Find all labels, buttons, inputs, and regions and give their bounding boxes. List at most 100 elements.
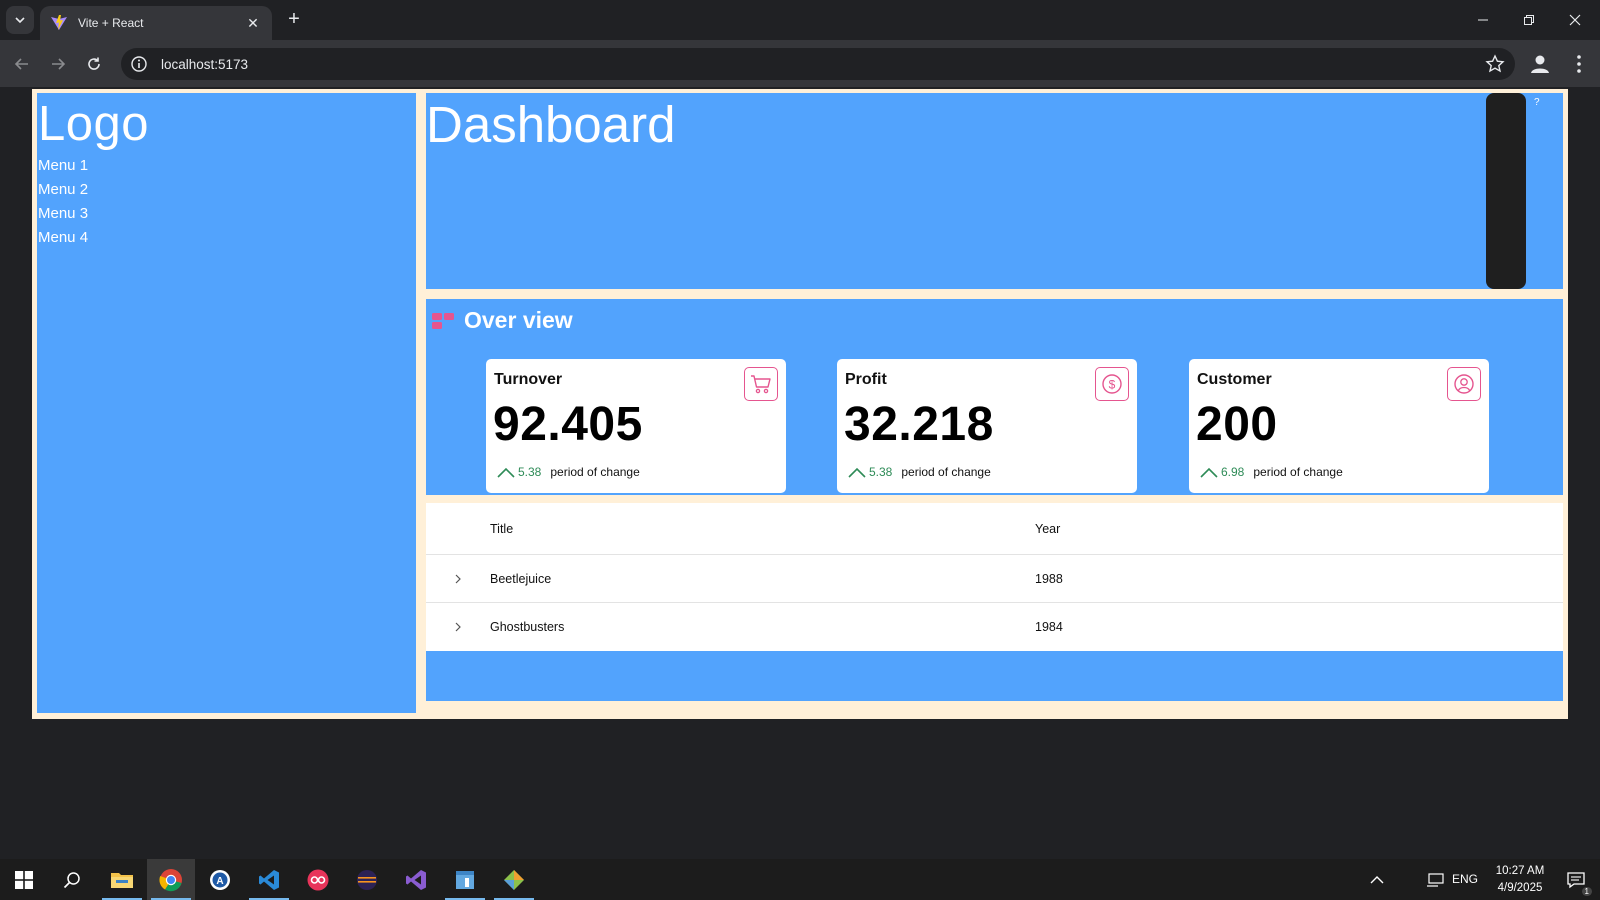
notification-count: 1 [1581, 887, 1592, 896]
cell-title: Ghostbusters [490, 620, 565, 634]
back-button[interactable] [8, 50, 36, 78]
sidebar-item-menu-2[interactable]: Menu 2 [38, 178, 416, 202]
header: Dashboard ? [426, 93, 1563, 289]
tab-search-button[interactable] [6, 6, 34, 34]
close-icon [1569, 14, 1581, 26]
browser-toolbar: localhost:5173 [0, 40, 1600, 87]
logo[interactable]: Logo [38, 94, 416, 154]
movies-table: Title Year Beetlejuice 1988 Ghostbusters… [426, 503, 1563, 651]
chrome-icon [159, 868, 182, 891]
help-mark[interactable]: ? [1534, 97, 1540, 108]
browser-tab-bar: Vite + React ✕ + [0, 0, 1600, 40]
cell-year: 1984 [1035, 620, 1063, 634]
network-button[interactable] [1420, 859, 1450, 900]
reload-button[interactable] [80, 50, 108, 78]
eclipse-icon [357, 869, 377, 890]
clock[interactable]: 10:27 AM 4/9/2025 [1480, 863, 1560, 897]
show-hidden-icons-button[interactable] [1362, 859, 1392, 900]
taskbar-app-writer[interactable]: A [196, 859, 244, 900]
card-icon-button[interactable] [1447, 367, 1481, 401]
user-circle-icon [1454, 374, 1474, 394]
start-button[interactable] [0, 859, 48, 900]
card-value: 92.405 [493, 398, 643, 451]
folder-icon [111, 872, 133, 888]
windows-taskbar: A ENG 10:27 AM 4/9/2025 1 [0, 859, 1600, 900]
chevron-right-icon [455, 622, 461, 632]
cell-year: 1988 [1035, 571, 1063, 586]
overview-section: Over view Turnover 92.405 5.38 period of… [426, 299, 1563, 495]
visual-studio-icon [406, 869, 426, 890]
sidebar-item-menu-1[interactable]: Menu 1 [38, 154, 416, 178]
chevron-up-icon [848, 467, 866, 478]
app-layout: Logo Menu 1 Menu 2 Menu 3 Menu 4 Dashboa… [32, 89, 1568, 719]
taskbar-visual-studio[interactable] [392, 859, 440, 900]
svg-text:A: A [216, 876, 223, 887]
url-text[interactable]: localhost:5173 [161, 57, 1485, 72]
sidebar: Logo Menu 1 Menu 2 Menu 3 Menu 4 [37, 93, 416, 713]
minimize-button[interactable] [1460, 6, 1506, 34]
taskbar-eclipse[interactable] [343, 859, 391, 900]
chevron-up-icon [1200, 467, 1218, 478]
card-label: Customer [1197, 371, 1272, 388]
stat-card-profit: Profit $ 32.218 5.38 period of change [837, 359, 1137, 493]
card-icon-button[interactable] [744, 367, 778, 401]
change-value: 5.38 [518, 465, 542, 479]
shopping-cart-icon [751, 375, 771, 394]
sidebar-item-menu-4[interactable]: Menu 4 [38, 226, 416, 250]
change-text: period of change [901, 465, 991, 479]
card-change: 6.98 period of change [1199, 465, 1343, 479]
browser-menu-icon[interactable] [1567, 52, 1591, 76]
card-change: 5.38 period of change [847, 465, 991, 479]
taskbar-vscode[interactable] [245, 859, 293, 900]
stat-card-customer: Customer 200 6.98 period of change [1189, 359, 1489, 493]
close-window-button[interactable] [1552, 6, 1598, 34]
taskbar-file-explorer[interactable] [98, 859, 146, 900]
forward-button[interactable] [44, 50, 72, 78]
overview-title: Over view [464, 307, 573, 333]
tab-title: Vite + React [78, 16, 144, 30]
dark-side-panel[interactable] [1486, 93, 1526, 289]
search-icon [63, 871, 80, 888]
chevron-down-icon [15, 17, 25, 24]
page-viewport: Logo Menu 1 Menu 2 Menu 3 Menu 4 Dashboa… [0, 87, 1600, 859]
table-row[interactable]: Beetlejuice 1988 [426, 555, 1563, 603]
restore-icon [1524, 15, 1534, 25]
address-bar[interactable]: localhost:5173 [121, 48, 1515, 80]
network-icon [1427, 872, 1444, 887]
sidebar-item-menu-3[interactable]: Menu 3 [38, 202, 416, 226]
taskbar-app-blue[interactable] [441, 859, 489, 900]
dashboard-icon [432, 312, 454, 329]
vite-logo-icon [51, 15, 67, 30]
language-indicator[interactable]: ENG [1452, 872, 1478, 886]
column-header-title[interactable]: Title [490, 522, 1035, 536]
chevron-up-icon [497, 467, 515, 478]
taskbar-app-git[interactable] [490, 859, 538, 900]
notification-icon [1567, 871, 1585, 888]
restore-button[interactable] [1506, 6, 1552, 34]
tab-close-icon[interactable]: ✕ [244, 15, 262, 32]
change-value: 5.38 [869, 465, 893, 479]
card-value: 32.218 [844, 398, 994, 451]
windows-logo-icon [15, 870, 33, 889]
clock-date: 4/9/2025 [1497, 882, 1543, 894]
table-row[interactable]: Ghostbusters 1984 [426, 603, 1563, 651]
column-header-year[interactable]: Year [1035, 522, 1563, 536]
new-tab-button[interactable]: + [282, 8, 306, 32]
app-window-icon [456, 870, 474, 889]
taskbar-search-button[interactable] [48, 859, 96, 900]
bookmark-star-icon[interactable] [1485, 54, 1505, 74]
change-text: period of change [1253, 465, 1343, 479]
notification-center-button[interactable]: 1 [1556, 859, 1596, 900]
card-icon-button[interactable]: $ [1095, 367, 1129, 401]
taskbar-app-red[interactable] [294, 859, 342, 900]
expand-row-button[interactable] [426, 622, 490, 632]
cell-title: Beetlejuice [490, 571, 552, 586]
profile-icon[interactable] [1528, 52, 1552, 76]
browser-tab[interactable]: Vite + React ✕ [40, 6, 272, 40]
card-label: Turnover [494, 371, 563, 388]
taskbar-chrome[interactable] [147, 859, 195, 900]
info-icon[interactable] [130, 55, 148, 73]
svg-text:$: $ [1109, 378, 1116, 392]
page-title: Dashboard [426, 96, 676, 153]
expand-row-button[interactable] [426, 574, 490, 584]
